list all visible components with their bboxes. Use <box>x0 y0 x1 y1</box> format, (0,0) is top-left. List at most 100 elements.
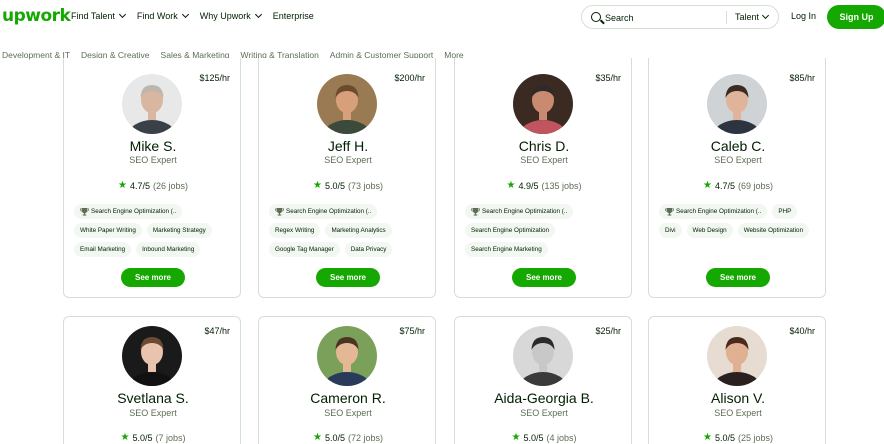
rating-score: 5.0/5 <box>324 180 345 191</box>
skill-chip[interactable]: Website Optimization <box>737 223 810 238</box>
freelancer-card[interactable]: $85/hr Caleb C. SEO Expert ★ 4.7/5 (69 jobs) S… <box>648 58 826 298</box>
star-icon: ★ <box>312 180 322 191</box>
skill-chip[interactable]: Search Engine Optimization (.. <box>465 204 574 219</box>
freelancer-title: SEO Expert <box>129 155 177 165</box>
freelancer-name[interactable]: Cameron R. <box>259 390 437 406</box>
skill-chip[interactable]: Search Engine Optimization (.. <box>659 204 768 219</box>
signup-button[interactable]: Sign Up <box>827 5 884 29</box>
freelancer-name[interactable]: Mike S. <box>64 138 242 154</box>
freelancer-name[interactable]: Svetlana S. <box>64 390 242 406</box>
avatar[interactable] <box>122 326 182 386</box>
skill-chip[interactable]: Regex Writing <box>269 223 321 238</box>
avatar[interactable] <box>317 74 377 134</box>
top-navigation: upwork Find Talent Find Work Why Upwork … <box>0 0 884 36</box>
skill-chip[interactable]: Search Engine Optimization <box>465 223 556 238</box>
avatar[interactable] <box>317 326 377 386</box>
jobs-count: (4 jobs) <box>546 432 577 443</box>
star-icon: ★ <box>120 432 130 443</box>
jobs-count: (72 jobs) <box>347 432 383 443</box>
star-icon: ★ <box>702 180 712 191</box>
rating: ★ 4.7/5 (69 jobs) <box>649 180 827 191</box>
skills-list: Search Engine Optimization (.. PHP Divi Web… <box>659 204 823 238</box>
star-icon: ★ <box>511 432 521 443</box>
rating-score: 5.0/5 <box>523 432 544 443</box>
login-link[interactable]: Log In <box>791 11 816 21</box>
freelancer-name[interactable]: Caleb C. <box>649 138 827 154</box>
freelancer-name[interactable]: Jeff H. <box>259 138 437 154</box>
skill-chip[interactable]: Search Engine Optimization (.. <box>269 204 378 219</box>
search-scope-dropdown[interactable]: Talent <box>735 11 770 22</box>
skill-chip[interactable]: Data Privacy <box>344 242 393 257</box>
upwork-logo[interactable]: upwork <box>2 6 71 26</box>
see-more-button[interactable]: See more <box>706 268 770 287</box>
category-development-it[interactable]: Development & IT <box>2 50 70 60</box>
skills-list: Search Engine Optimization (.. Search Eng… <box>465 204 629 257</box>
star-icon: ★ <box>117 180 127 191</box>
avatar-photo <box>317 326 377 386</box>
skill-chip[interactable]: Google Tag Manager <box>269 242 340 257</box>
rating: ★ 5.0/5 (72 jobs) <box>259 432 437 443</box>
see-more-button[interactable]: See more <box>121 268 185 287</box>
skill-chip[interactable]: Inbound Marketing <box>136 242 201 257</box>
freelancer-title: SEO Expert <box>324 155 372 165</box>
main-nav: Find Talent Find Work Why Upwork Enterpr… <box>71 10 314 21</box>
search-divider <box>726 11 727 24</box>
nav-find-work[interactable]: Find Work <box>137 10 189 21</box>
skills-list: Search Engine Optimization (.. Regex Writ… <box>269 204 433 257</box>
avatar[interactable] <box>513 326 573 386</box>
skill-chip[interactable]: Search Engine Marketing <box>465 242 548 257</box>
hourly-rate: $25/hr <box>595 326 621 336</box>
see-more-button[interactable]: See more <box>512 268 576 287</box>
star-icon: ★ <box>312 432 322 443</box>
avatar-photo <box>122 326 182 386</box>
skill-chip[interactable]: Email Marketing <box>74 242 132 257</box>
rating-score: 5.0/5 <box>714 432 735 443</box>
freelancer-card[interactable]: $200/hr Jeff H. SEO Expert ★ 5.0/5 (73 jobs) S… <box>258 58 436 298</box>
avatar[interactable] <box>707 326 767 386</box>
search-input[interactable] <box>605 10 720 25</box>
skill-chip[interactable]: White Paper Writing <box>74 223 142 238</box>
freelancer-card[interactable]: $40/hr Alison V. SEO Expert ★ 5.0/5 (25 jobs) <box>648 316 826 444</box>
freelancer-card[interactable]: $25/hr Aida-Georgia B. SEO Expert ★ 5.0/5 (4 … <box>454 316 632 444</box>
avatar-photo <box>707 74 767 134</box>
rating-score: 5.0/5 <box>132 432 153 443</box>
jobs-count: (25 jobs) <box>737 432 773 443</box>
freelancer-name[interactable]: Chris D. <box>455 138 633 154</box>
nav-find-talent[interactable]: Find Talent <box>71 10 126 21</box>
freelancer-name[interactable]: Alison V. <box>649 390 827 406</box>
avatar[interactable] <box>513 74 573 134</box>
skill-chip[interactable]: Marketing Strategy <box>146 223 212 238</box>
jobs-count: (26 jobs) <box>152 180 188 191</box>
rating-score: 5.0/5 <box>324 432 345 443</box>
chevron-down-icon <box>254 10 262 19</box>
skill-chip[interactable]: PHP <box>772 204 798 219</box>
freelancer-card[interactable]: $75/hr Cameron R. SEO Expert ★ 5.0/5 (72 jobs… <box>258 316 436 444</box>
freelancer-title: SEO Expert <box>714 408 762 418</box>
freelancer-name[interactable]: Aida-Georgia B. <box>455 390 633 406</box>
hourly-rate: $85/hr <box>789 73 815 83</box>
skill-chip[interactable]: Marketing Analytics <box>325 223 392 238</box>
freelancer-title: SEO Expert <box>324 408 372 418</box>
search-icon[interactable] <box>591 12 601 22</box>
avatar[interactable] <box>122 74 182 134</box>
avatar-photo <box>513 74 573 134</box>
trophy-icon <box>665 207 674 216</box>
nav-why-upwork[interactable]: Why Upwork <box>200 10 262 21</box>
chevron-down-icon <box>118 10 126 19</box>
skill-chip[interactable]: Web Design <box>686 223 733 238</box>
avatar-photo <box>317 74 377 134</box>
chevron-down-icon <box>181 10 189 19</box>
freelancer-card[interactable]: $47/hr Svetlana S. SEO Expert ★ 5.0/5 (7 jobs… <box>63 316 241 444</box>
rating-score: 4.9/5 <box>518 180 539 191</box>
see-more-button[interactable]: See more <box>316 268 380 287</box>
freelancer-title: SEO Expert <box>129 408 177 418</box>
nav-enterprise[interactable]: Enterprise <box>273 11 314 21</box>
skill-chip[interactable]: Search Engine Optimization (.. <box>74 204 183 219</box>
freelancer-card[interactable]: $35/hr Chris D. SEO Expert ★ 4.9/5 (135 jobs)… <box>454 58 632 298</box>
rating: ★ 5.0/5 (4 jobs) <box>455 432 633 443</box>
rating: ★ 5.0/5 (7 jobs) <box>64 432 242 443</box>
skill-chip[interactable]: Divi <box>659 223 682 238</box>
freelancer-card[interactable]: $125/hr Mike S. SEO Expert ★ 4.7/5 (26 jobs) S… <box>63 58 241 298</box>
avatar[interactable] <box>707 74 767 134</box>
star-icon: ★ <box>702 432 712 443</box>
